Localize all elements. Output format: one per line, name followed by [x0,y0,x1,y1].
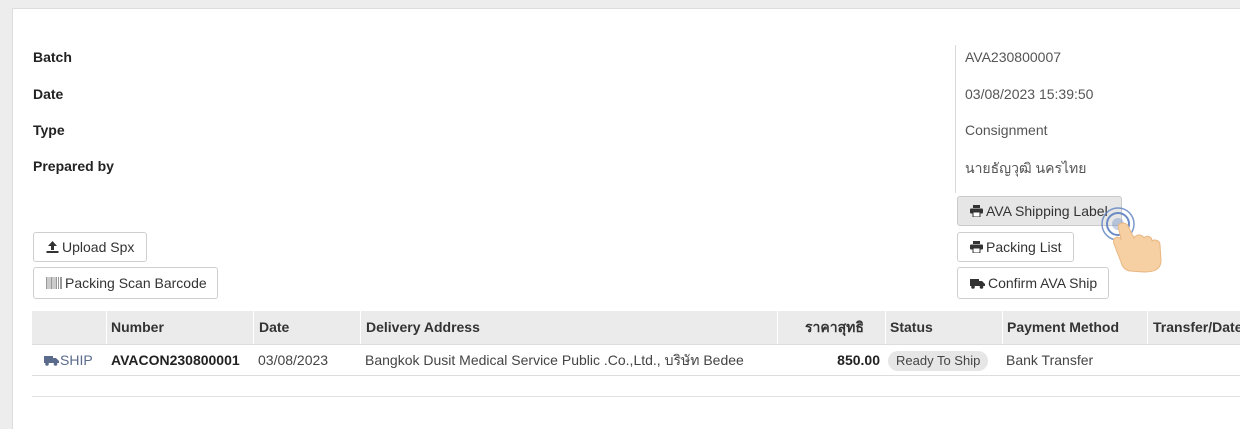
upload-icon [46,241,59,253]
batch-value: AVA230800007 [965,49,1062,65]
packing-scan-barcode-button[interactable]: Packing Scan Barcode [33,267,218,299]
packing-scan-barcode-label: Packing Scan Barcode [65,275,207,291]
confirm-ava-ship-label: Confirm AVA Ship [988,275,1098,291]
col-date[interactable]: Date [259,311,289,344]
cell-payment-method: Bank Transfer [1006,352,1094,368]
print-icon [970,205,983,217]
date-value: 03/08/2023 15:39:50 [965,86,1094,102]
cell-date: 03/08/2023 [258,352,329,368]
truck-icon [44,346,59,376]
col-transfer-date[interactable]: Transfer/Date [1153,311,1240,344]
table-row: SHIP AVACON230800001 03/08/2023 Bangkok … [32,345,1240,376]
truck-icon [970,278,985,289]
type-label: Type [33,122,65,138]
date-label: Date [33,86,64,102]
packing-list-button[interactable]: Packing List [957,232,1074,262]
cell-net-price: 850.00 [837,352,880,368]
table-footer-divider [32,396,1240,397]
print-icon [970,241,983,253]
type-value: Consignment [965,122,1048,138]
col-payment-method[interactable]: Payment Method [1007,311,1119,344]
barcode-icon [46,277,62,289]
col-status[interactable]: Status [890,311,933,344]
cell-number: AVACON230800001 [111,352,240,368]
hand-pointer-icon [1090,200,1180,280]
status-badge: Ready To Ship [888,351,989,371]
prepared-by-label: Prepared by [33,158,114,174]
packing-list-label: Packing List [986,239,1062,255]
ship-label: SHIP [60,352,93,368]
table-header: Number Date Delivery Address ราคาสุทธิ S… [32,311,1240,345]
cell-delivery-address: Bangkok Dusit Medical Service Public .Co… [365,352,744,368]
info-divider [955,45,956,193]
batch-label: Batch [33,49,72,65]
confirm-ava-ship-button[interactable]: Confirm AVA Ship [957,267,1109,299]
col-net-price[interactable]: ราคาสุทธิ [805,311,864,344]
prepared-by-value: นายธัญวุฒิ นครไทย [965,160,1087,176]
upload-spx-button[interactable]: Upload Spx [33,232,147,262]
col-number[interactable]: Number [111,311,164,344]
upload-spx-label: Upload Spx [62,239,135,255]
cell-status: Ready To Ship [888,345,989,375]
col-delivery-address[interactable]: Delivery Address [366,311,480,344]
ship-link[interactable]: SHIP [44,345,93,375]
